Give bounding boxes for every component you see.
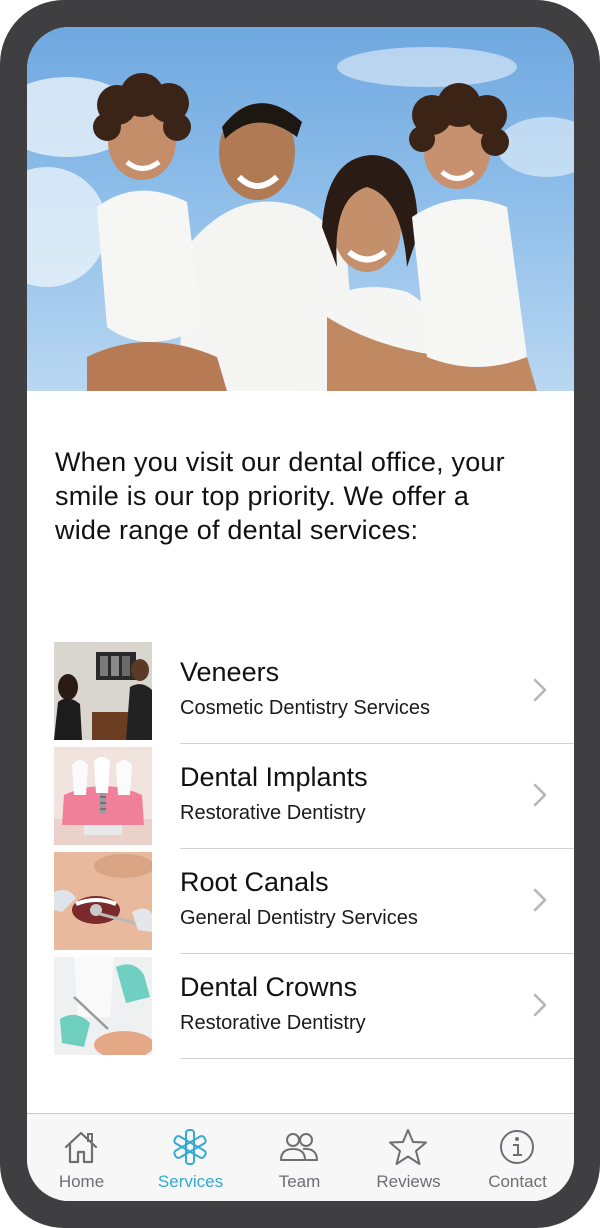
info-icon [500,1130,534,1164]
service-title: Dental Implants [180,762,368,792]
service-subtitle: Cosmetic Dentistry Services [180,697,431,719]
tab-contact[interactable]: Contact [463,1114,572,1201]
service-subtitle: General Dentistry Services [180,907,418,929]
people-icon [280,1133,318,1161]
tab-label: Services [157,1172,224,1191]
chevron-right-icon [533,783,547,807]
service-row-root-canals[interactable]: Root Canals General Dentistry Services [27,849,574,954]
chevron-right-icon [533,993,547,1017]
tab-label: Reviews [376,1172,441,1191]
service-title: Veneers [180,657,280,687]
service-row-veneers[interactable]: Veneers Cosmetic Dentistry Services [27,639,574,744]
tab-reviews[interactable]: Reviews [354,1114,463,1201]
star-icon [389,1129,427,1165]
service-subtitle: Restorative Dentistry [180,1012,366,1034]
bottom-tab-bar: Home Services Team Reviews Contact [27,1113,574,1201]
chevron-right-icon [533,678,547,702]
service-title: Dental Crowns [180,972,358,1002]
services-list: Veneers Cosmetic Dentistry Services Dent… [27,639,574,1059]
tab-label: Home [58,1172,105,1191]
asterisk-icon [173,1129,207,1165]
service-title: Root Canals [180,867,329,897]
tab-services[interactable]: Services [136,1114,245,1201]
tab-label: Contact [488,1172,547,1191]
service-row-dental-implants[interactable]: Dental Implants Restorative Dentistry [27,744,574,849]
app-screen: When you visit our dental office, your s… [27,27,574,1201]
tab-home[interactable]: Home [27,1114,136,1201]
home-icon [64,1131,98,1164]
device-frame: When you visit our dental office, your s… [0,0,600,1228]
service-subtitle: Restorative Dentistry [180,802,366,824]
tab-team[interactable]: Team [245,1114,354,1201]
veneers-thumbnail [54,642,152,740]
hero-family-photo [27,27,574,391]
service-row-dental-crowns[interactable]: Dental Crowns Restorative Dentistry [27,954,574,1059]
root-canals-thumbnail [54,852,152,950]
dental-implants-thumbnail [54,747,152,845]
tab-label: Team [278,1172,321,1191]
intro-text: When you visit our dental office, your s… [55,447,505,545]
chevron-right-icon [533,888,547,912]
dental-crowns-thumbnail [54,957,152,1055]
